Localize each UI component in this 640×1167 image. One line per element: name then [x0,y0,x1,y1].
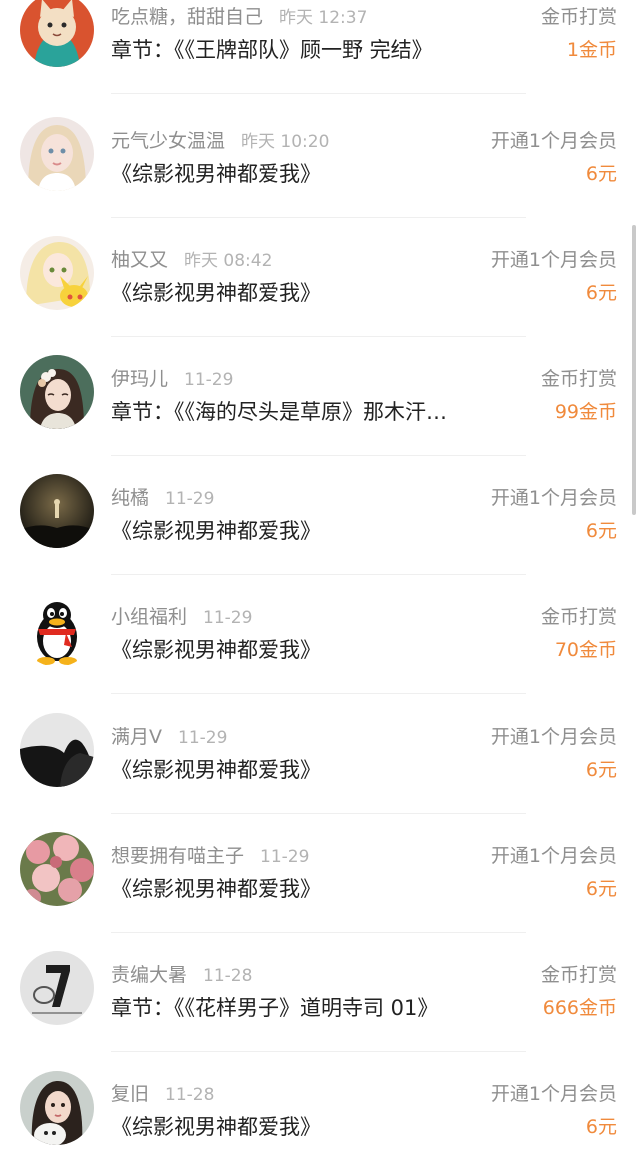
row-divider [111,93,526,94]
timestamp: 11-28 [203,966,253,986]
reward-amount: 6元 [585,163,617,185]
timestamp: 昨天 08:42 [184,251,273,271]
work-title[interactable]: 章节：《《花样男子》道明寺司 01》 [111,991,526,1025]
work-title[interactable]: 《综影视男神都爱我》 [111,1110,526,1144]
row-divider [111,693,526,694]
row-divider [111,932,526,933]
reward-amount: 666金币 [542,997,617,1019]
timestamp: 11-28 [165,1085,215,1105]
reward-record-list: 吃点糖，甜甜自己 昨天 12:37 章节：《《王牌部队》顾一野 完结》 金币打赏 1金币… [0,0,640,1167]
reward-type: 开通1个月会员 [490,845,617,867]
user-meta: 柚又又 昨天 08:42 [111,246,272,274]
timestamp: 11-29 [203,608,253,628]
user-name[interactable]: 满月V [111,726,162,748]
timestamp: 11-29 [260,847,310,867]
user-meta: 吃点糖，甜甜自己 昨天 12:37 [111,3,367,31]
user-name[interactable]: 复旧 [111,1083,149,1105]
reward-type: 金币打赏 [540,6,617,28]
timestamp: 11-29 [178,728,228,748]
reward-type: 金币打赏 [540,368,617,390]
list-item[interactable]: 柚又又 昨天 08:42 《综影视男神都爱我》 开通1个月会员 6元 [0,236,640,362]
number-seven-avatar-icon[interactable] [20,951,94,1025]
list-item[interactable]: 小组福利 11-29 《综影视男神都爱我》 金币打赏 70金币 [0,593,640,719]
user-meta: 伊玛儿 11-29 [111,365,233,393]
silhouette-avatar-icon[interactable] [20,713,94,787]
reward-amount: 6元 [585,1116,617,1138]
user-meta: 纯橘 11-29 [111,484,214,512]
list-item[interactable]: 元气少女温温 昨天 10:20 《综影视男神都爱我》 开通1个月会员 6元 [0,117,640,243]
user-name[interactable]: 纯橘 [111,487,149,509]
timestamp: 11-29 [184,370,234,390]
row-divider [111,813,526,814]
user-name[interactable]: 伊玛儿 [111,368,168,390]
list-item[interactable]: 想要拥有喵主子 11-29 《综影视男神都爱我》 开通1个月会员 6元 [0,832,640,958]
reward-amount: 6元 [585,878,617,900]
work-title[interactable]: 《综影视男神都爱我》 [111,753,526,787]
user-name[interactable]: 想要拥有喵主子 [111,845,244,867]
reward-type: 开通1个月会员 [490,487,617,509]
cat-avatar-icon[interactable] [20,0,94,67]
list-item[interactable]: 伊玛儿 11-29 章节：《《海的尽头是草原》那木汗… 金币打赏 99金币 [0,355,640,481]
girl-dog-avatar-icon[interactable] [20,1071,94,1145]
reward-type: 开通1个月会员 [490,249,617,271]
timestamp: 昨天 12:37 [279,8,368,28]
anime-pikachu-avatar-icon[interactable] [20,236,94,310]
reward-amount: 70金币 [554,639,617,661]
user-name[interactable]: 柚又又 [111,249,168,271]
dark-forest-avatar-icon[interactable] [20,474,94,548]
timestamp: 昨天 10:20 [241,132,330,152]
user-name[interactable]: 责编大暑 [111,964,187,986]
work-title[interactable]: 章节：《《王牌部队》顾一野 完结》 [111,33,526,67]
doll-girl-avatar-icon[interactable] [20,117,94,191]
user-meta: 小组福利 11-29 [111,603,252,631]
list-item[interactable]: 满月V 11-29 《综影视男神都爱我》 开通1个月会员 6元 [0,713,640,839]
work-title[interactable]: 章节：《《海的尽头是草原》那木汗… [111,395,526,429]
list-item[interactable]: 吃点糖，甜甜自己 昨天 12:37 章节：《《王牌部队》顾一野 完结》 金币打赏 1金币 [0,0,640,119]
user-meta: 元气少女温温 昨天 10:20 [111,127,329,155]
user-name[interactable]: 吃点糖，甜甜自己 [111,6,263,28]
reward-amount: 99金币 [554,401,617,423]
work-title[interactable]: 《综影视男神都爱我》 [111,157,526,191]
work-title[interactable]: 《综影视男神都爱我》 [111,514,526,548]
list-item[interactable]: 纯橘 11-29 《综影视男神都爱我》 开通1个月会员 6元 [0,474,640,600]
reward-amount: 1金币 [566,39,617,61]
reward-amount: 6元 [585,520,617,542]
roses-avatar-icon[interactable] [20,832,94,906]
timestamp: 11-29 [165,489,215,509]
user-meta: 想要拥有喵主子 11-29 [111,842,309,870]
user-meta: 满月V 11-29 [111,723,227,751]
scroll-indicator[interactable] [632,225,636,515]
reward-amount: 6元 [585,759,617,781]
user-name[interactable]: 小组福利 [111,606,187,628]
user-meta: 复旧 11-28 [111,1080,214,1108]
row-divider [111,574,526,575]
user-meta: 责编大暑 11-28 [111,961,252,989]
list-item[interactable]: 复旧 11-28 《综影视男神都爱我》 开通1个月会员 6元 [0,1071,640,1167]
reward-type: 开通1个月会员 [490,1083,617,1105]
user-name[interactable]: 元气少女温温 [111,130,225,152]
reward-type: 金币打赏 [540,606,617,628]
work-title[interactable]: 《综影视男神都爱我》 [111,872,526,906]
reward-type: 开通1个月会员 [490,130,617,152]
reward-amount: 6元 [585,282,617,304]
row-divider [111,217,526,218]
reward-type: 开通1个月会员 [490,726,617,748]
row-divider [111,1051,526,1052]
work-title[interactable]: 《综影视男神都爱我》 [111,633,526,667]
row-divider [111,455,526,456]
flower-girl-avatar-icon[interactable] [20,355,94,429]
work-title[interactable]: 《综影视男神都爱我》 [111,276,526,310]
qq-penguin-avatar-icon[interactable] [20,593,94,667]
reward-type: 金币打赏 [540,964,617,986]
list-item[interactable]: 责编大暑 11-28 章节：《《花样男子》道明寺司 01》 金币打赏 666金币 [0,951,640,1077]
row-divider [111,336,526,337]
